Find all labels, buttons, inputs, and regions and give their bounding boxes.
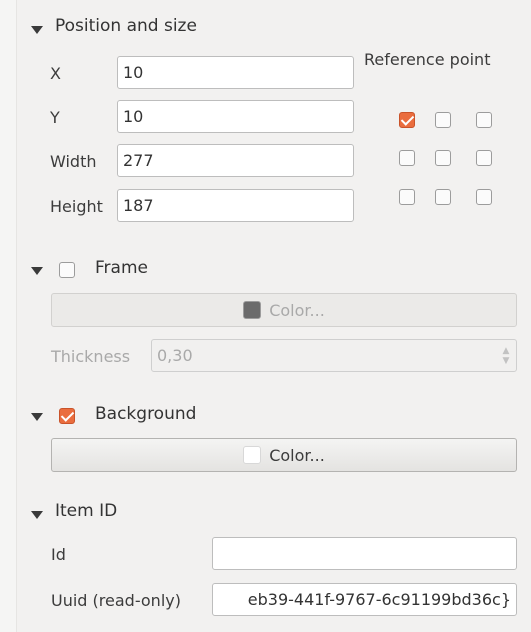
frame-checkbox[interactable] [59,262,75,278]
y-input[interactable]: 10 [117,100,354,133]
reference-point-top-center-checkbox[interactable] [435,112,451,128]
collapse-triangle-icon[interactable] [31,511,43,519]
uuid-readonly-field[interactable]: eb39-441f-9767-6c91199bd36c} [212,583,517,616]
reference-point-label: Reference point [364,50,491,69]
frame-color-button[interactable]: Color... [51,293,517,327]
height-input[interactable]: 187 [117,189,354,222]
section-title-frame: Frame [95,258,148,278]
section-title-item-id: Item ID [55,501,118,521]
thickness-spinbox[interactable]: 0,30 ▲ ▼ [151,339,517,372]
frame-color-label: Color... [269,300,325,320]
x-input[interactable]: 10 [117,56,354,89]
height-label: Height [50,197,103,216]
collapse-triangle-icon[interactable] [31,26,43,34]
background-color-label: Color... [269,445,325,465]
uuid-label: Uuid (read-only) [51,591,181,610]
reference-point-bottom-center-checkbox[interactable] [435,189,451,205]
section-title-position-size: Position and size [55,16,197,36]
reference-point-middle-right-checkbox[interactable] [476,150,492,166]
reference-point-top-right-checkbox[interactable] [476,112,492,128]
color-swatch-icon [243,301,262,319]
width-label: Width [50,152,97,171]
reference-point-top-left-checkbox[interactable] [399,112,415,128]
spin-arrows-icon[interactable]: ▲ ▼ [496,340,516,371]
collapse-triangle-icon[interactable] [31,413,43,421]
id-input[interactable] [212,537,517,570]
width-input[interactable]: 277 [117,144,354,177]
collapse-triangle-icon[interactable] [31,267,43,275]
reference-point-center-checkbox[interactable] [435,150,451,166]
section-title-background: Background [95,404,197,424]
id-label: Id [51,545,66,564]
uuid-value: eb39-441f-9767-6c91199bd36c} [247,590,511,609]
item-properties-panel: Position and size X 10 Y 10 Width 277 He… [16,0,531,632]
x-label: X [50,64,61,83]
reference-point-bottom-left-checkbox[interactable] [399,189,415,205]
color-swatch-icon [243,446,262,464]
background-checkbox[interactable] [59,408,75,424]
reference-point-middle-left-checkbox[interactable] [399,150,415,166]
y-label: Y [50,108,60,127]
reference-point-bottom-right-checkbox[interactable] [476,189,492,205]
thickness-value: 0,30 [157,346,193,365]
background-color-button[interactable]: Color... [51,438,517,472]
thickness-label: Thickness [51,347,131,366]
